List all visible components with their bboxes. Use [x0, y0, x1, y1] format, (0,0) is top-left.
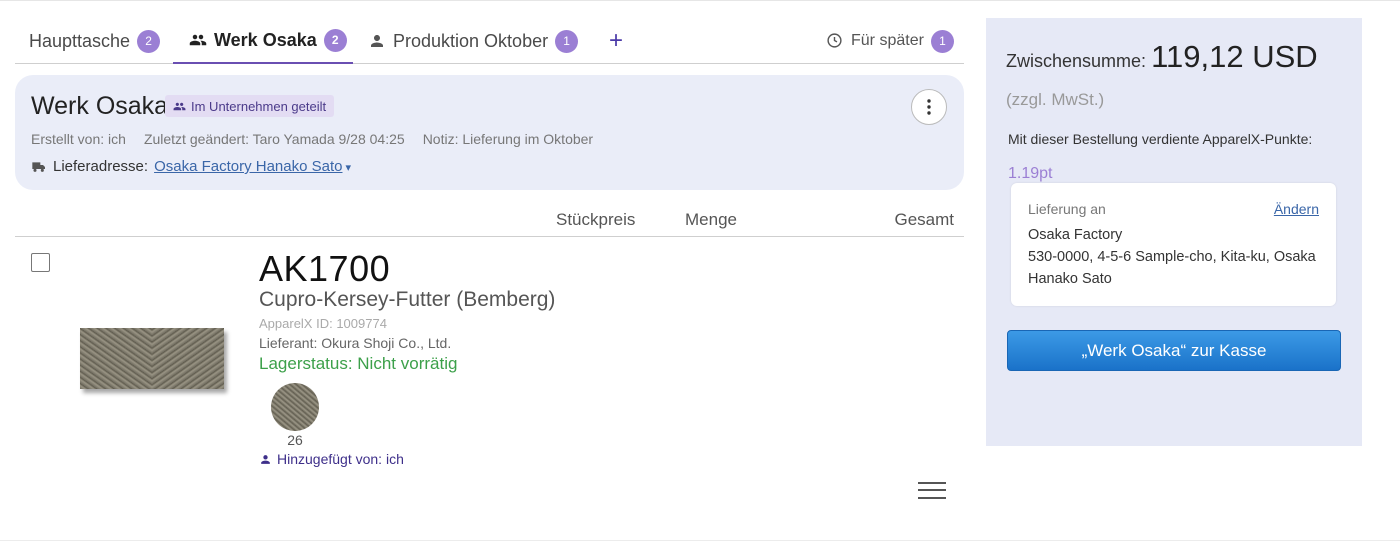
- group-icon: [189, 31, 207, 49]
- tab-count-badge: 1: [555, 29, 579, 53]
- caret-down-icon: ▾: [345, 162, 352, 174]
- shipping-address-dropdown[interactable]: Osaka Factory Hanako Sato ▾: [154, 158, 351, 175]
- person-icon: [368, 32, 386, 50]
- subtotal: Zwischensumme: 119,12 USD (zzgl. MwSt.): [1006, 38, 1351, 119]
- color-swatch-label: 26: [287, 432, 303, 448]
- product-supplier: Lieferant: Okura Shoji Co., Ltd.: [259, 335, 452, 351]
- points-info: Mit dieser Bestellung verdiente ApparelX…: [1008, 122, 1338, 191]
- created-by: Erstellt von: ich: [31, 131, 126, 147]
- change-address-link[interactable]: Ändern: [1274, 201, 1319, 217]
- item-select-checkbox[interactable]: [31, 253, 50, 272]
- ship-person: Hanako Sato: [1028, 271, 1112, 287]
- add-tab-button[interactable]: +: [605, 18, 627, 64]
- drag-handle-icon[interactable]: [918, 480, 946, 500]
- more-vertical-icon: [927, 99, 931, 115]
- ship-to-card: Lieferung an Ändern Osaka Factory 530-00…: [1011, 183, 1336, 306]
- truck-icon: [31, 160, 47, 174]
- item-table-header: Stückpreis Menge Gesamt: [15, 200, 964, 237]
- group-icon: [173, 102, 186, 110]
- ship-address: 530-0000, 4-5-6 Sample-cho, Kita-ku, Osa…: [1028, 249, 1316, 265]
- points-text: Mit dieser Bestellung verdiente ApparelX…: [1008, 131, 1313, 147]
- tab-label: Haupttasche: [29, 30, 131, 51]
- last-changed: Zuletzt geändert: Taro Yamada 9/28 04:25: [143, 131, 405, 147]
- column-total: Gesamt: [894, 210, 954, 229]
- product-code[interactable]: AK1700: [259, 248, 390, 290]
- order-summary: Zwischensumme: 119,12 USD (zzgl. MwSt.) …: [986, 18, 1362, 446]
- shipping-label: Lieferadresse:: [53, 158, 149, 175]
- tab-produktion-oktober[interactable]: Produktion Oktober 1: [368, 18, 579, 64]
- subtotal-amount: 119,12 USD: [1151, 39, 1318, 74]
- ship-to-label: Lieferung an: [1028, 201, 1106, 217]
- color-swatch[interactable]: [271, 383, 319, 431]
- cart-tabs: Haupttasche 2 Werk Osaka 2 Produktion Ok…: [15, 18, 964, 64]
- cart-info-panel: Werk Osaka Im Unternehmen geteilt Erstel…: [15, 75, 964, 190]
- added-by: Hinzugefügt von: ich: [259, 451, 404, 467]
- tab-werk-osaka[interactable]: Werk Osaka 2: [173, 18, 353, 64]
- ship-name: Osaka Factory: [1028, 227, 1123, 243]
- more-options-button[interactable]: [911, 89, 947, 125]
- product-id: ApparelX ID: 1009774: [259, 316, 387, 331]
- shipping-row: Lieferadresse: Osaka Factory Hanako Sato…: [31, 158, 351, 175]
- column-unit-price: Stückpreis: [556, 210, 636, 229]
- tab-count-badge: 2: [137, 29, 161, 53]
- tax-note: (zzgl. MwSt.): [1006, 90, 1105, 109]
- person-icon: [261, 454, 270, 464]
- tab-label: Produktion Oktober: [393, 30, 549, 51]
- points-value: 1.19pt: [1008, 165, 1053, 182]
- bottom-divider: [0, 540, 1400, 541]
- shared-label: Im Unternehmen geteilt: [191, 98, 327, 114]
- tab-count-badge: 2: [323, 28, 347, 52]
- shared-badge: Im Unternehmen geteilt: [165, 95, 335, 117]
- tab-save-for-later[interactable]: Für später 1: [826, 18, 954, 64]
- clock-icon: [826, 32, 844, 50]
- checkout-button[interactable]: „Werk Osaka“ zur Kasse: [1007, 330, 1341, 371]
- added-by-text: Hinzugefügt von: ich: [277, 451, 404, 467]
- stock-status: Lagerstatus: Nicht vorrätig: [259, 354, 458, 373]
- tab-count-badge: 1: [930, 29, 954, 53]
- cart-meta: Erstellt von: ich Zuletzt geändert: Taro…: [31, 131, 593, 147]
- tab-label: Für später: [851, 32, 924, 49]
- tab-label: Werk Osaka: [214, 29, 317, 50]
- product-name: Cupro-Kersey-Futter (Bemberg): [259, 288, 556, 311]
- column-quantity: Menge: [685, 210, 737, 229]
- tab-haupttasche[interactable]: Haupttasche 2: [29, 18, 161, 64]
- shipping-address-value: Osaka Factory Hanako Sato: [154, 158, 343, 175]
- product-image[interactable]: [80, 328, 224, 389]
- cart-title: Werk Osaka: [31, 92, 169, 120]
- cart-note: Notiz: Lieferung im Oktober: [422, 131, 594, 147]
- top-divider: [0, 0, 1400, 1]
- subtotal-label: Zwischensumme:: [1006, 51, 1147, 71]
